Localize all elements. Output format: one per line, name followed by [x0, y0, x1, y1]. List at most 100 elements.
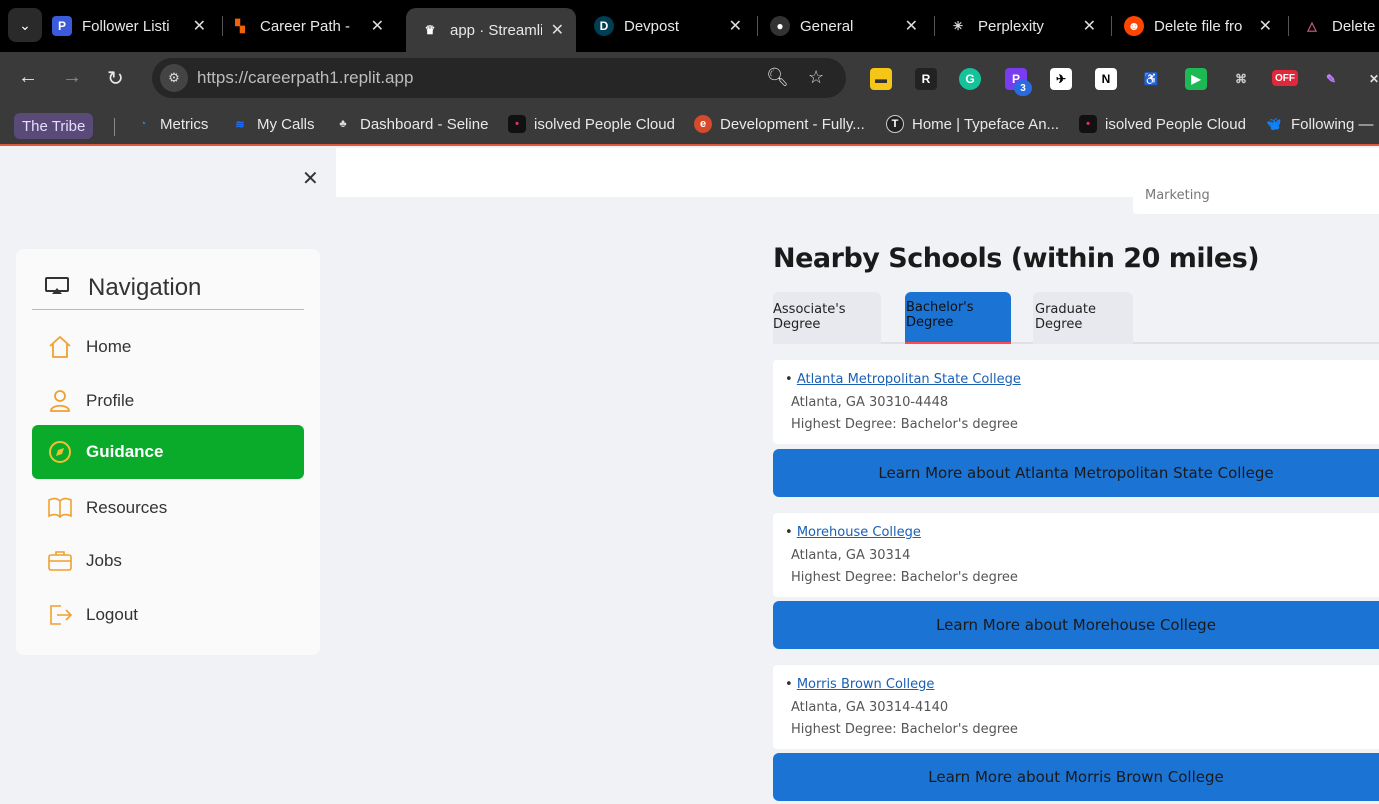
bookmark-dashboard-seline[interactable]: ♣ Dashboard - Seline — [334, 115, 488, 133]
bookmark-isolved-1[interactable]: • isolved People Cloud — [508, 115, 675, 133]
bookmark-following[interactable]: 🦋︎ Following — — [1265, 115, 1374, 133]
school-card: • Morris Brown College Atlanta, GA 30314… — [773, 665, 1379, 749]
tab-associates-degree[interactable]: Associate's Degree — [773, 292, 881, 344]
close-icon[interactable]: ✕ — [1259, 16, 1272, 36]
close-extension-icon[interactable]: ✕ — [1363, 68, 1379, 90]
learn-more-button[interactable]: Learn More about Morris Brown College — [773, 753, 1379, 801]
school-address: Atlanta, GA 30314 — [791, 548, 911, 563]
navigation-title: Navigation — [88, 274, 202, 301]
nav-item-profile[interactable]: Profile — [32, 374, 304, 428]
zoom-icon[interactable]: 🔍︎ — [766, 67, 789, 88]
star-icon[interactable]: ☆ — [808, 67, 824, 88]
close-sidebar-icon[interactable]: ✕ — [302, 166, 319, 191]
tab-graduate-degree[interactable]: Graduate Degree — [1033, 292, 1133, 344]
school-card: • Atlanta Metropolitan State College Atl… — [773, 360, 1379, 444]
school-degree: Highest Degree: Bachelor's degree — [791, 417, 1018, 432]
bookmark-typeface[interactable]: T Home | Typeface An... — [886, 115, 1059, 133]
github-icon: ● — [770, 16, 790, 36]
site-settings-icon[interactable]: ⚙ — [160, 64, 188, 92]
send-extension-icon[interactable]: ✈ — [1050, 68, 1072, 90]
school-link[interactable]: Morris Brown College — [797, 677, 935, 692]
tab-delete[interactable]: △ Delete — [1302, 8, 1379, 44]
person-icon — [46, 387, 74, 415]
p-app-icon: P — [52, 16, 72, 36]
isolved-icon: • — [1079, 115, 1097, 133]
learn-more-button[interactable]: Learn More about Atlanta Metropolitan St… — [773, 449, 1379, 497]
devpost-icon: D — [594, 16, 614, 36]
nav-item-home[interactable]: Home — [32, 320, 304, 374]
calls-icon: ≋ — [235, 118, 245, 131]
previous-card-text: Marketing — [1145, 188, 1210, 203]
bookmark-development[interactable]: e Development - Fully... — [694, 115, 865, 133]
perplexity-icon: ✳ — [952, 19, 964, 33]
close-icon[interactable]: ✕ — [729, 16, 742, 36]
extension-badge: 3 — [1014, 80, 1032, 96]
r-extension-icon[interactable]: R — [915, 68, 937, 90]
school-degree: Highest Degree: Bachelor's degree — [791, 722, 1018, 737]
briefcase-icon — [46, 547, 74, 575]
tab-streamlit-app[interactable]: ♛ app · Streamli ✕ — [406, 8, 576, 52]
section-title: Nearby Schools (within 20 miles) — [773, 243, 1260, 274]
nav-item-guidance[interactable]: Guidance — [32, 425, 304, 479]
bookmark-the-tribe[interactable]: The Tribe — [14, 113, 94, 139]
tab-bachelors-degree[interactable]: Bachelor's Degree — [905, 292, 1011, 344]
logout-icon — [46, 601, 74, 629]
tab-follower-listing[interactable]: P Follower Listi ✕ — [52, 8, 218, 44]
typeface-icon: T — [886, 115, 904, 133]
book-icon — [46, 494, 74, 522]
browser-toolbar: ← → ↻ ⚙ https://careerpath1.replit.app 🔍… — [0, 52, 1379, 106]
reload-icon[interactable]: ↻ — [107, 66, 124, 91]
camera-icon[interactable]: ⌘ — [1230, 68, 1252, 90]
school-address: Atlanta, GA 30314-4140 — [791, 700, 949, 715]
bookmark-metrics[interactable]: ◔ Metrics — [134, 115, 209, 133]
school-address: Atlanta, GA 30310-4448 — [791, 395, 949, 410]
isolved-icon: • — [508, 115, 526, 133]
close-icon[interactable]: ✕ — [905, 16, 918, 36]
nav-item-logout[interactable]: Logout — [32, 588, 304, 642]
delta-icon: △ — [1307, 19, 1317, 33]
bookmark-my-calls[interactable]: ≋ My Calls — [231, 115, 314, 133]
degree-tabs: Associate's Degree Bachelor's Degree Gra… — [773, 292, 1379, 344]
home-icon — [46, 333, 74, 361]
metrics-icon: ◔ — [139, 118, 147, 130]
back-arrow-icon[interactable]: ← — [18, 66, 38, 89]
tab-search-button[interactable]: ⌄ — [8, 8, 42, 42]
close-icon[interactable]: ✕ — [1083, 16, 1096, 36]
bookmark-isolved-2[interactable]: • isolved People Cloud — [1079, 115, 1246, 133]
url-text[interactable]: https://careerpath1.replit.app — [197, 68, 413, 88]
school-link[interactable]: Morehouse College — [797, 525, 921, 540]
tab-career-path[interactable]: ▚ Career Path - ✕ — [230, 8, 396, 44]
grammarly-icon[interactable]: G — [959, 68, 981, 90]
tab-reddit[interactable]: ☻ Delete file fro ✕ — [1124, 8, 1284, 44]
tab-github-general[interactable]: ● General ✕ — [770, 8, 930, 44]
school-link[interactable]: Atlanta Metropolitan State College — [797, 372, 1021, 387]
play-extension-icon[interactable]: ▶ — [1185, 68, 1207, 90]
tab-perplexity[interactable]: ✳ Perplexity ✕ — [948, 8, 1108, 44]
bookmarks-bar: The Tribe ◔ Metrics ≋ My Calls ♣ Dashboa… — [0, 106, 1379, 146]
nav-item-resources[interactable]: Resources — [32, 481, 304, 535]
nav-item-jobs[interactable]: Jobs — [32, 534, 304, 588]
forward-arrow-icon[interactable]: → — [62, 66, 82, 89]
browser-tab-bar: ⌄ P Follower Listi ✕ ▚ Career Path - ✕ ♛… — [0, 0, 1379, 52]
streamlit-crown-icon: ♛ — [424, 23, 436, 37]
tab-devpost[interactable]: D Devpost ✕ — [594, 8, 754, 44]
compass-icon — [46, 438, 74, 466]
sidebar: ✕ Navigation Home Profile Guidance Resou… — [0, 148, 336, 804]
school-degree: Highest Degree: Bachelor's degree — [791, 570, 1018, 585]
notion-icon[interactable]: N — [1095, 68, 1117, 90]
address-bar[interactable]: ⚙ https://careerpath1.replit.app 🔍︎ ☆ — [152, 58, 846, 98]
edge-icon: e — [694, 115, 712, 133]
accessibility-icon[interactable]: ♿ — [1140, 68, 1162, 90]
close-icon[interactable]: ✕ — [551, 20, 564, 40]
learn-more-button[interactable]: Learn More about Morehouse College — [773, 601, 1379, 649]
cast-icon — [44, 276, 70, 301]
extension-icon[interactable]: ▬ — [870, 68, 892, 90]
bluesky-icon: 🦋︎ — [1267, 118, 1281, 131]
close-icon[interactable]: ✕ — [371, 16, 384, 36]
seline-icon: ♣ — [339, 118, 347, 130]
reddit-icon: ☻ — [1124, 16, 1144, 36]
page-viewport: ✕ Navigation Home Profile Guidance Resou… — [0, 148, 1379, 804]
off-extension-icon[interactable]: OFF — [1272, 70, 1298, 86]
pen-extension-icon[interactable]: ✎ — [1320, 68, 1342, 90]
close-icon[interactable]: ✕ — [193, 16, 206, 36]
